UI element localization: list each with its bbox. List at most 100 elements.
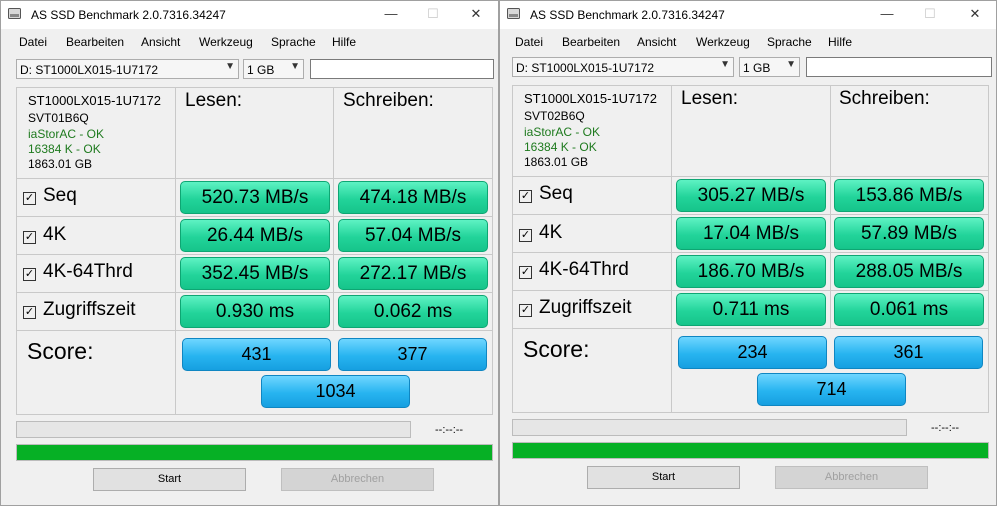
- row-divider: [512, 176, 989, 177]
- seq-write-value: 153.86 MB/s: [834, 179, 984, 212]
- access-write-value: 0.061 ms: [834, 293, 984, 326]
- row-4k-label[interactable]: ✓ 4K: [23, 224, 66, 246]
- minimize-icon[interactable]: —: [381, 5, 401, 23]
- drive-firmware: SVT01B6Q: [28, 111, 89, 125]
- 4k64-read-value: 186.70 MB/s: [676, 255, 826, 288]
- cancel-button: Abbrechen: [775, 466, 928, 489]
- write-header: Schreiben:: [343, 90, 434, 111]
- menu-sprache[interactable]: Sprache: [271, 35, 316, 49]
- alignment-status: 16384 K - OK: [524, 140, 597, 154]
- score-label: Score:: [27, 338, 94, 364]
- 4k64-write-value: 288.05 MB/s: [834, 255, 984, 288]
- close-icon[interactable]: ✕: [466, 5, 486, 23]
- row-divider: [512, 328, 989, 329]
- score-total-value: 714: [757, 373, 906, 406]
- progress-bar-2: [512, 442, 989, 459]
- checkbox-checked-icon[interactable]: ✓: [519, 266, 532, 279]
- drive-capacity: 1863.01 GB: [524, 155, 589, 169]
- score-read-value: 234: [678, 336, 827, 369]
- menu-werkzeug[interactable]: Werkzeug: [199, 35, 253, 49]
- 4k-write-value: 57.89 MB/s: [834, 217, 984, 250]
- size-select[interactable]: 1 GB ▼: [739, 57, 800, 77]
- driver-status: iaStorAC - OK: [524, 125, 601, 139]
- seq-write-value: 474.18 MB/s: [338, 181, 488, 214]
- title-bar[interactable]: AS SSD Benchmark 2.0.7316.34247 — ☐ ✕: [500, 1, 996, 29]
- access-read-value: 0.711 ms: [676, 293, 826, 326]
- extra-text-field[interactable]: [806, 57, 992, 77]
- drive-model: ST1000LX015-1U7172: [524, 91, 657, 106]
- checkbox-checked-icon[interactable]: ✓: [23, 192, 36, 205]
- row-4k64-label[interactable]: ✓ 4K-64Thrd: [23, 261, 133, 283]
- row-label-text: 4K-64Thrd: [43, 261, 133, 282]
- row-label-text: 4K: [539, 222, 563, 243]
- elapsed-time: --:--:--: [435, 424, 464, 436]
- menu-bearbeiten[interactable]: Bearbeiten: [66, 35, 124, 49]
- row-label-text: Zugriffszeit: [43, 299, 136, 320]
- row-access-label[interactable]: ✓ Zugriffszeit: [23, 299, 136, 321]
- menu-ansicht[interactable]: Ansicht: [637, 35, 676, 49]
- row-4k64-label[interactable]: ✓ 4K-64Thrd: [519, 259, 629, 281]
- 4k64-write-value: 272.17 MB/s: [338, 257, 488, 290]
- chevron-down-icon: ▼: [225, 61, 235, 72]
- close-icon[interactable]: ✕: [965, 5, 985, 23]
- access-read-value: 0.930 ms: [180, 295, 330, 328]
- chevron-down-icon: ▼: [720, 59, 730, 70]
- menu-datei[interactable]: Datei: [19, 35, 47, 49]
- app-disk-icon: [507, 8, 520, 19]
- drive-select[interactable]: D: ST1000LX015-1U7172 ▼: [512, 57, 734, 77]
- extra-text-field[interactable]: [310, 59, 494, 79]
- access-write-value: 0.062 ms: [338, 295, 488, 328]
- row-label-text: Seq: [43, 185, 77, 206]
- menu-hilfe[interactable]: Hilfe: [828, 35, 852, 49]
- drive-select[interactable]: D: ST1000LX015-1U7172 ▼: [16, 59, 239, 79]
- 4k-read-value: 26.44 MB/s: [180, 219, 330, 252]
- checkbox-checked-icon[interactable]: ✓: [23, 231, 36, 244]
- window-title: AS SSD Benchmark 2.0.7316.34247: [31, 8, 226, 22]
- row-divider: [16, 178, 493, 179]
- checkbox-checked-icon[interactable]: ✓: [519, 304, 532, 317]
- row-seq-label[interactable]: ✓ Seq: [23, 185, 77, 207]
- column-divider: [175, 87, 176, 415]
- row-label-text: 4K-64Thrd: [539, 259, 629, 280]
- size-select[interactable]: 1 GB ▼: [243, 59, 304, 79]
- start-button[interactable]: Start: [587, 466, 740, 489]
- title-bar[interactable]: AS SSD Benchmark 2.0.7316.34247 — ☐ ✕: [1, 1, 498, 29]
- chevron-down-icon: ▼: [786, 59, 796, 70]
- row-label-text: 4K: [43, 224, 67, 245]
- benchmark-window-1: AS SSD Benchmark 2.0.7316.34247 — ☐ ✕ Da…: [0, 0, 499, 506]
- menu-datei[interactable]: Datei: [515, 35, 543, 49]
- alignment-status: 16384 K - OK: [28, 142, 101, 156]
- column-divider: [333, 87, 334, 330]
- menu-werkzeug[interactable]: Werkzeug: [696, 35, 750, 49]
- 4k-write-value: 57.04 MB/s: [338, 219, 488, 252]
- start-button[interactable]: Start: [93, 468, 246, 491]
- menu-hilfe[interactable]: Hilfe: [332, 35, 356, 49]
- read-header: Lesen:: [681, 88, 739, 109]
- menu-ansicht[interactable]: Ansicht: [141, 35, 180, 49]
- checkbox-checked-icon[interactable]: ✓: [23, 306, 36, 319]
- score-label: Score:: [523, 336, 590, 362]
- row-divider: [16, 254, 493, 255]
- drive-select-value: D: ST1000LX015-1U7172: [516, 61, 655, 75]
- score-write-value: 377: [338, 338, 487, 371]
- menu-bearbeiten[interactable]: Bearbeiten: [562, 35, 620, 49]
- score-read-value: 431: [182, 338, 331, 371]
- seq-read-value: 520.73 MB/s: [180, 181, 330, 214]
- checkbox-checked-icon[interactable]: ✓: [23, 268, 36, 281]
- menu-sprache[interactable]: Sprache: [767, 35, 812, 49]
- row-access-label[interactable]: ✓ Zugriffszeit: [519, 297, 632, 319]
- window-title: AS SSD Benchmark 2.0.7316.34247: [530, 8, 725, 22]
- drive-firmware: SVT02B6Q: [524, 109, 585, 123]
- checkbox-checked-icon[interactable]: ✓: [519, 229, 532, 242]
- drive-capacity: 1863.01 GB: [28, 157, 93, 171]
- checkbox-checked-icon[interactable]: ✓: [519, 190, 532, 203]
- read-header: Lesen:: [185, 90, 243, 111]
- maximize-icon: ☐: [924, 6, 936, 21]
- minimize-icon[interactable]: —: [877, 5, 897, 23]
- row-4k-label[interactable]: ✓ 4K: [519, 222, 562, 244]
- row-seq-label[interactable]: ✓ Seq: [519, 183, 573, 205]
- progress-bar-2: [16, 444, 493, 461]
- row-divider: [512, 214, 989, 215]
- 4k64-read-value: 352.45 MB/s: [180, 257, 330, 290]
- menu-bar: Datei Bearbeiten Ansicht Werkzeug Sprach…: [500, 30, 996, 52]
